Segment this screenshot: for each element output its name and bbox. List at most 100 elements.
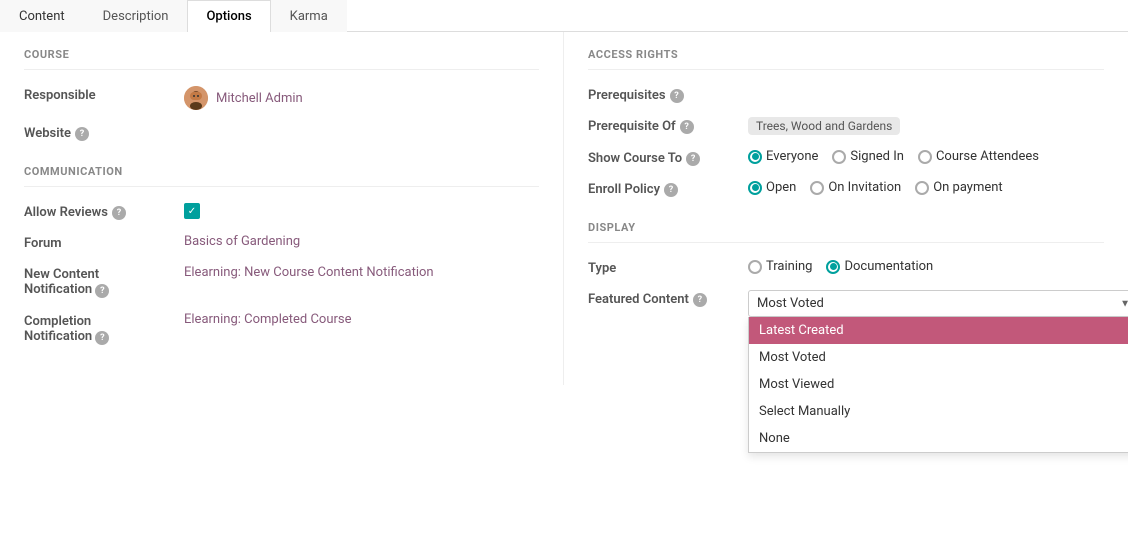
prerequisite-of-help-icon: ? (680, 120, 694, 134)
completion-notification-field: Completion Notification ? Elearning: Com… (24, 312, 539, 345)
enroll-payment-radio[interactable] (915, 181, 929, 195)
dropdown-item-most-voted[interactable]: Most Voted (749, 344, 1128, 371)
type-documentation-label: Documentation (844, 259, 933, 274)
dropdown-item-latest-created[interactable]: Latest Created (749, 317, 1128, 344)
forum-link[interactable]: Basics of Gardening (184, 234, 300, 249)
website-field: Website ? (24, 124, 539, 141)
enroll-invitation-option[interactable]: On Invitation (810, 180, 901, 195)
featured-content-select[interactable]: Most Voted (748, 290, 1128, 317)
show-course-attendees-label: Course Attendees (936, 149, 1039, 164)
responsible-label: Responsible (24, 86, 184, 103)
communication-section: COMMUNICATION Allow Reviews ? ✓ Forum (24, 165, 539, 345)
right-panel: ACCESS RIGHTS Prerequisites ? Prerequisi… (564, 32, 1128, 385)
featured-content-field: Featured Content ? Most Voted ▼ Latest C… (588, 290, 1104, 317)
completion-link[interactable]: Elearning: Completed Course (184, 312, 352, 327)
tab-description[interactable]: Description (84, 0, 188, 32)
enroll-policy-options: Open On Invitation On payment (748, 180, 1104, 195)
featured-content-value: Most Voted ▼ Latest Created Most Voted M… (748, 290, 1128, 317)
featured-content-help-icon: ? (693, 293, 707, 307)
type-field: Type Training Documentation (588, 259, 1104, 276)
course-section-title: COURSE (24, 48, 539, 70)
type-label: Type (588, 259, 748, 276)
enroll-payment-label: On payment (933, 180, 1003, 195)
prerequisite-of-badge: Trees, Wood and Gardens (748, 117, 900, 135)
forum-field: Forum Basics of Gardening (24, 234, 539, 251)
type-documentation-option[interactable]: Documentation (826, 259, 933, 274)
left-panel: COURSE Responsible (0, 32, 564, 385)
allow-reviews-label: Allow Reviews ? (24, 203, 184, 220)
prerequisites-help-icon: ? (670, 89, 684, 103)
enroll-policy-field: Enroll Policy ? Open On Invitation (588, 180, 1104, 197)
type-training-option[interactable]: Training (748, 259, 812, 274)
tab-karma[interactable]: Karma (271, 0, 347, 32)
show-course-to-help-icon: ? (686, 152, 700, 166)
new-content-notification-field: New Content Notification ? Elearning: Ne… (24, 265, 539, 298)
show-course-attendees-option[interactable]: Course Attendees (918, 149, 1039, 164)
show-course-signed-in-label: Signed In (850, 149, 904, 164)
show-course-to-label: Show Course To ? (588, 149, 748, 166)
prerequisite-of-field: Prerequisite Of ? Trees, Wood and Garden… (588, 117, 1104, 135)
forum-value: Basics of Gardening (184, 234, 539, 249)
show-course-to-options: Everyone Signed In Course Attendees (748, 149, 1104, 164)
show-course-attendees-radio[interactable] (918, 150, 932, 164)
allow-reviews-field: Allow Reviews ? ✓ (24, 203, 539, 220)
enroll-policy-label: Enroll Policy ? (588, 180, 748, 197)
enroll-invitation-label: On Invitation (828, 180, 901, 195)
tab-bar: Content Description Options Karma (0, 0, 1128, 32)
type-training-radio[interactable] (748, 260, 762, 274)
enroll-policy-help-icon: ? (664, 183, 678, 197)
responsible-name[interactable]: Mitchell Admin (216, 91, 303, 106)
prerequisite-of-label: Prerequisite Of ? (588, 117, 748, 134)
enroll-invitation-radio[interactable] (810, 181, 824, 195)
new-content-link[interactable]: Elearning: New Course Content Notificati… (184, 265, 434, 280)
enroll-policy-radio-group: Open On Invitation On payment (748, 180, 1003, 195)
prerequisites-label: Prerequisites ? (588, 86, 748, 103)
tab-content[interactable]: Content (0, 0, 84, 32)
access-rights-section: ACCESS RIGHTS Prerequisites ? Prerequisi… (588, 48, 1104, 197)
featured-content-dropdown-menu: Latest Created Most Voted Most Viewed Se… (748, 317, 1128, 453)
new-content-help-icon: ? (95, 284, 109, 298)
show-course-everyone-radio[interactable] (748, 150, 762, 164)
course-section: COURSE Responsible (24, 48, 539, 141)
prerequisites-field: Prerequisites ? (588, 86, 1104, 103)
new-content-notification-value: Elearning: New Course Content Notificati… (184, 265, 539, 280)
access-rights-section-title: ACCESS RIGHTS (588, 48, 1104, 70)
completion-notification-value: Elearning: Completed Course (184, 312, 539, 327)
communication-section-title: COMMUNICATION (24, 165, 539, 187)
allow-reviews-help-icon: ? (112, 206, 126, 220)
show-course-everyone-option[interactable]: Everyone (748, 149, 818, 164)
show-course-everyone-label: Everyone (766, 149, 818, 164)
avatar (184, 86, 208, 110)
show-course-signed-in-option[interactable]: Signed In (832, 149, 904, 164)
new-content-notification-label: New Content Notification ? (24, 265, 184, 298)
dropdown-item-none[interactable]: None (749, 425, 1128, 452)
allow-reviews-checkbox[interactable]: ✓ (184, 203, 200, 219)
completion-help-icon: ? (95, 331, 109, 345)
website-label: Website ? (24, 124, 184, 141)
dropdown-item-select-manually[interactable]: Select Manually (749, 398, 1128, 425)
featured-content-select-wrapper: Most Voted ▼ Latest Created Most Voted M… (748, 290, 1128, 317)
website-help-icon: ? (75, 127, 89, 141)
enroll-open-option[interactable]: Open (748, 180, 796, 195)
featured-content-label: Featured Content ? (588, 290, 748, 307)
enroll-open-radio[interactable] (748, 181, 762, 195)
responsible-value: Mitchell Admin (184, 86, 539, 110)
enroll-open-label: Open (766, 180, 796, 195)
show-course-signed-in-radio[interactable] (832, 150, 846, 164)
type-radio-group: Training Documentation (748, 259, 933, 274)
dropdown-item-most-viewed[interactable]: Most Viewed (749, 371, 1128, 398)
completion-notification-label: Completion Notification ? (24, 312, 184, 345)
type-options: Training Documentation (748, 259, 1104, 274)
show-course-to-field: Show Course To ? Everyone Signed In (588, 149, 1104, 166)
display-section-title: DISPLAY (588, 221, 1104, 243)
show-course-to-radio-group: Everyone Signed In Course Attendees (748, 149, 1039, 164)
type-documentation-radio[interactable] (826, 260, 840, 274)
tab-options[interactable]: Options (187, 0, 270, 32)
forum-label: Forum (24, 234, 184, 251)
responsible-field: Responsible (24, 86, 539, 110)
main-content: COURSE Responsible (0, 32, 1128, 385)
type-training-label: Training (766, 259, 812, 274)
enroll-payment-option[interactable]: On payment (915, 180, 1003, 195)
allow-reviews-value: ✓ (184, 203, 539, 219)
prerequisite-of-value: Trees, Wood and Gardens (748, 117, 1104, 135)
